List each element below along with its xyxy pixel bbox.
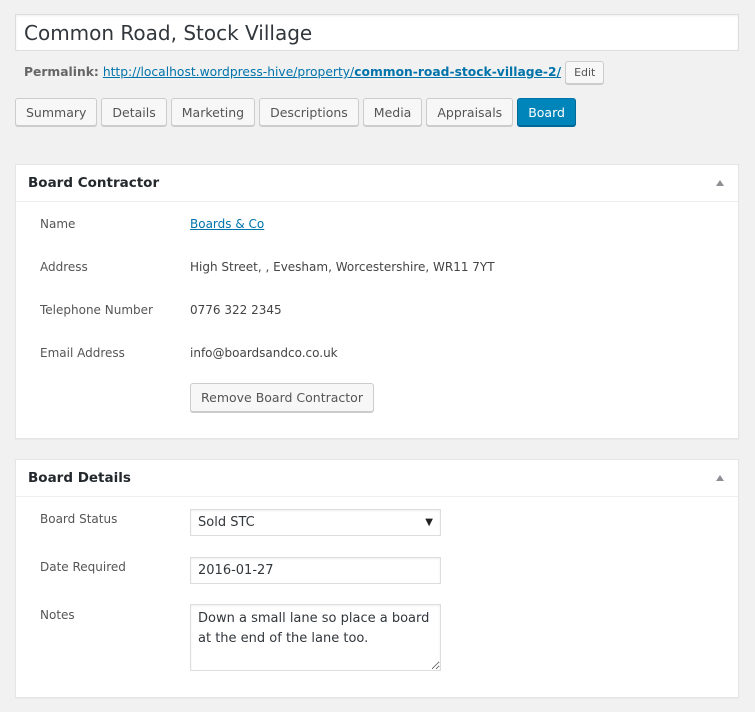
board-details-panel: Board Details Board Status Sold STC ▼ Da… — [15, 459, 739, 698]
field-value-address: High Street, , Evesham, Worcestershire, … — [190, 260, 495, 274]
tab-details[interactable]: Details — [101, 98, 167, 126]
tab-summary[interactable]: Summary — [15, 98, 98, 126]
board-contractor-header[interactable]: Board Contractor — [16, 165, 738, 202]
board-status-value: Sold STC — [198, 515, 255, 530]
board-details-header[interactable]: Board Details — [16, 460, 738, 497]
field-label-telephone: Telephone Number — [40, 303, 153, 317]
dropdown-arrow-icon: ▼ — [425, 517, 433, 528]
post-title-input[interactable] — [15, 14, 739, 51]
date-required-label: Date Required — [40, 560, 126, 574]
collapse-toggle-icon[interactable] — [716, 180, 724, 186]
tab-descriptions[interactable]: Descriptions — [259, 98, 359, 126]
date-required-input[interactable] — [190, 557, 441, 584]
field-value-telephone: 0776 322 2345 — [190, 303, 282, 317]
notes-label: Notes — [40, 608, 75, 622]
notes-textarea[interactable]: Down a small lane so place a board at th… — [190, 604, 441, 671]
tab-media[interactable]: Media — [362, 98, 423, 126]
field-value-email: info@boardsandco.co.uk — [190, 346, 338, 360]
tab-appraisals[interactable]: Appraisals — [426, 98, 514, 126]
collapse-toggle-icon[interactable] — [716, 475, 724, 481]
tab-board[interactable]: Board — [517, 98, 576, 126]
field-label-name: Name — [40, 217, 76, 231]
board-contractor-panel: Board Contractor Name Boards & Co Addres… — [15, 164, 739, 439]
board-status-select[interactable]: Sold STC ▼ — [190, 509, 441, 536]
permalink-link[interactable]: http://localhost.wordpress-hive/property… — [103, 65, 561, 79]
board-status-label: Board Status — [40, 512, 118, 526]
permalink-row: Permalink: http://localhost.wordpress-hi… — [24, 60, 605, 84]
edit-slug-button[interactable]: Edit — [565, 60, 605, 84]
remove-board-contractor-button[interactable]: Remove Board Contractor — [190, 383, 374, 412]
permalink-label: Permalink: — [24, 65, 99, 79]
panel-title: Board Contractor — [28, 175, 160, 191]
field-value-name: Boards & Co — [190, 217, 264, 231]
contractor-name-link[interactable]: Boards & Co — [190, 217, 264, 231]
field-label-email: Email Address — [40, 346, 125, 360]
panel-title: Board Details — [28, 470, 131, 486]
property-tabs: Summary Details Marketing Descriptions M… — [15, 98, 576, 126]
tab-marketing[interactable]: Marketing — [170, 98, 256, 126]
field-label-address: Address — [40, 260, 88, 274]
